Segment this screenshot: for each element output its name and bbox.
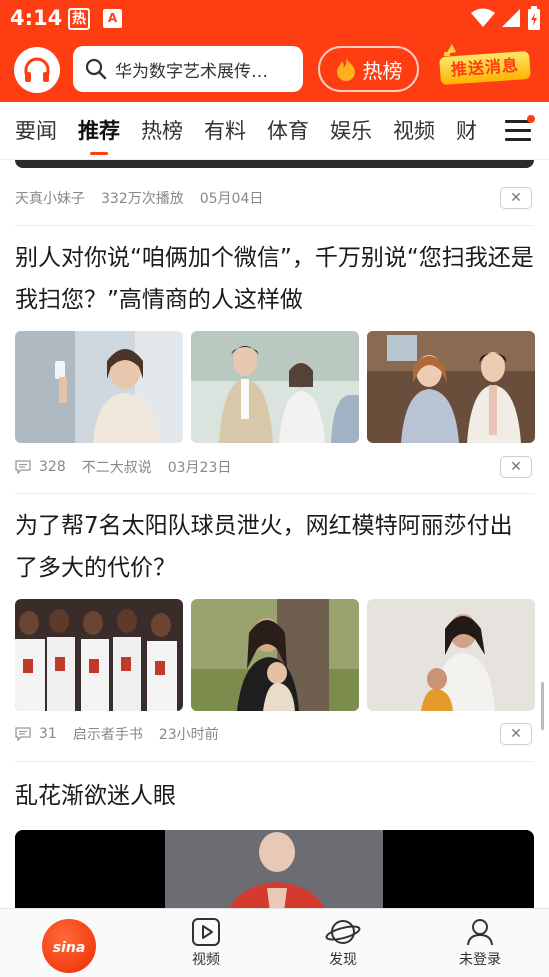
tab-recommend[interactable]: 推荐	[78, 102, 120, 159]
nav-discover-label: 发现	[329, 952, 357, 968]
push-message-badge[interactable]: 推送消息	[436, 44, 536, 94]
photo-office-pair	[367, 331, 535, 443]
bottom-nav: sina 视频 发现 未登录	[0, 908, 549, 977]
dismiss-button[interactable]: ✕	[500, 723, 532, 745]
battery-icon	[528, 6, 540, 30]
article-images[interactable]	[15, 331, 535, 443]
comment-count: 328	[15, 459, 66, 475]
previous-item-meta: 天真小妹子 332万次播放 05月04日	[15, 186, 263, 210]
item-plays: 332万次播放	[101, 191, 184, 207]
search-icon	[85, 58, 107, 80]
tab-entertainment[interactable]: 娱乐	[330, 102, 372, 159]
article-title[interactable]: 为了帮7名太阳队球员泄火，网红模特阿丽莎付出了多大的代价？	[15, 505, 534, 589]
divider	[15, 493, 534, 494]
nav-discover[interactable]: 发现	[303, 917, 383, 969]
planet-icon	[325, 920, 361, 944]
article-image[interactable]	[15, 331, 183, 443]
article-image[interactable]	[367, 331, 535, 443]
nav-video-label: 视频	[192, 952, 220, 968]
item-date: 05月04日	[199, 191, 264, 207]
item-author: 不二大叔说	[81, 460, 152, 476]
photo-woman-selfie	[15, 331, 183, 443]
signal-icon	[502, 9, 520, 27]
comment-icon	[15, 727, 31, 741]
search-input[interactable]: 华为数字艺术展传…	[73, 46, 303, 92]
comment-count-value: 31	[39, 726, 57, 742]
top-bar: 4:14 热 A 华为数字艺术展传… 热榜 推送消息	[0, 0, 549, 102]
article-image[interactable]	[15, 599, 183, 711]
comment-count: 31	[15, 726, 57, 742]
tab-video[interactable]: 视频	[393, 102, 435, 159]
tab-sports[interactable]: 体育	[267, 102, 309, 159]
nav-profile[interactable]: 未登录	[440, 917, 520, 969]
article-title[interactable]: 乱花渐欲迷人眼	[15, 775, 534, 817]
tab-headlines[interactable]: 要闻	[15, 102, 57, 159]
article-meta: 31 启示者手书 23小时前	[15, 722, 219, 746]
channel-tabs: 要闻 推荐 热榜 有料 体育 娱乐 视频 财	[0, 102, 549, 160]
sina-logo-icon: sina	[53, 940, 86, 956]
photo-basketball-team	[15, 599, 183, 711]
svg-text:sina: sina	[53, 940, 86, 956]
item-date: 03月23日	[167, 460, 232, 476]
comment-count-value: 328	[39, 459, 66, 475]
comment-icon	[15, 460, 31, 474]
status-bar: 4:14 热 A	[0, 0, 549, 38]
divider	[15, 761, 534, 762]
tab-list: 要闻 推荐 热榜 有料 体育 娱乐 视频 财	[15, 102, 498, 159]
photo-woman-with-baby	[191, 599, 359, 711]
tab-finance[interactable]: 财	[456, 102, 477, 159]
article-image[interactable]	[191, 331, 359, 443]
menu-line	[505, 138, 531, 141]
photo-office-colleagues	[191, 331, 359, 443]
tab-youliao[interactable]: 有料	[204, 102, 246, 159]
photo-woman-with-child	[367, 599, 535, 711]
divider	[15, 225, 534, 226]
dismiss-button[interactable]: ✕	[500, 456, 532, 478]
nav-login-label: 未登录	[459, 952, 501, 968]
header: 华为数字艺术展传… 热榜 推送消息	[0, 38, 549, 102]
news-feed[interactable]: 天真小妹子 332万次播放 05月04日 ✕ 别人对你说“咱俩加个微信”，千万别…	[0, 160, 549, 908]
nav-video[interactable]: 视频	[166, 917, 246, 969]
video-frame	[15, 830, 534, 908]
menu-line	[505, 129, 531, 132]
article-images[interactable]	[15, 599, 535, 711]
flame-icon	[336, 58, 355, 81]
status-time: 4:14	[10, 6, 63, 30]
hot-list-button[interactable]: 热榜	[318, 46, 419, 92]
hot-notification-icon: 热	[68, 8, 90, 30]
article-title[interactable]: 别人对你说“咱俩加个微信”，千万别说“您扫我还是我扫您？”高情商的人这样做	[15, 237, 534, 321]
hot-list-label: 热榜	[362, 58, 403, 83]
status-icons	[471, 6, 541, 30]
headphones-icon	[24, 57, 50, 82]
dismiss-button[interactable]: ✕	[500, 187, 532, 209]
notification-dot	[527, 115, 535, 123]
article-meta: 328 不二大叔说 03月23日	[15, 455, 231, 479]
article-image[interactable]	[367, 599, 535, 711]
nav-home-button[interactable]: sina	[42, 919, 96, 973]
audio-button[interactable]	[14, 47, 60, 93]
font-notification-icon: A	[103, 9, 122, 28]
tab-hot-list[interactable]: 热榜	[141, 102, 183, 159]
article-image[interactable]	[191, 599, 359, 711]
channel-menu-button[interactable]	[505, 115, 535, 142]
item-author: 天真小妹子	[15, 191, 85, 207]
scrollbar[interactable]	[541, 682, 544, 730]
previous-item-image[interactable]	[15, 160, 534, 168]
item-author: 启示者手书	[72, 727, 143, 743]
push-message-label: 推送消息	[439, 50, 531, 86]
search-placeholder: 华为数字艺术展传…	[115, 61, 268, 82]
user-icon	[467, 919, 493, 946]
item-date: 23小时前	[158, 727, 219, 743]
wifi-icon	[471, 8, 495, 27]
video-icon	[192, 918, 220, 946]
video-thumbnail[interactable]	[15, 830, 534, 908]
